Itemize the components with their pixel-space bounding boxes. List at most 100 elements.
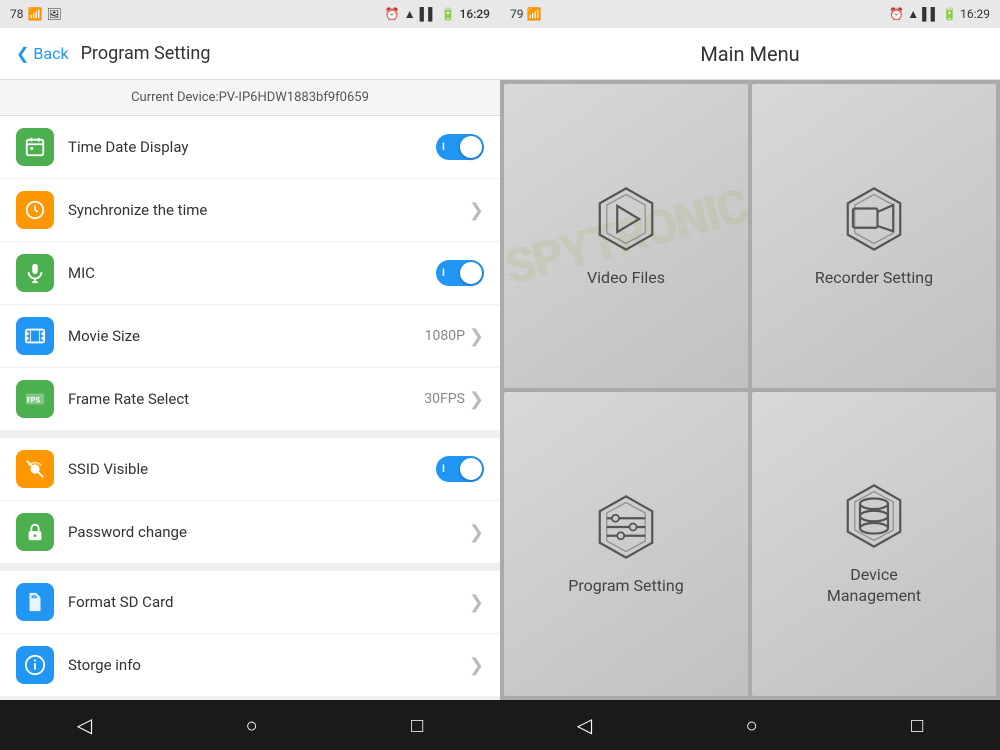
toggle-knob-mic — [460, 262, 482, 284]
calendar-icon — [24, 136, 46, 158]
right-home-nav-button[interactable]: ○ — [726, 705, 778, 746]
video-files-label: Video Files — [587, 268, 665, 289]
right-status-icons: ⏰ ▲ ▌▌ 🔋 16:29 — [385, 7, 490, 21]
menu-tile-device-management[interactable]: Device Management — [752, 392, 996, 696]
menu-tile-program-setting[interactable]: Program Setting — [504, 392, 748, 696]
right-back-nav-button[interactable]: ◁ — [557, 705, 612, 745]
fps-icon: FPS — [24, 388, 46, 410]
format-sd-icon-bg — [16, 583, 54, 621]
right-sim-icon: 📶 — [526, 7, 541, 21]
signal-icon: ▌▌ — [420, 7, 437, 21]
mic-label: MIC — [68, 264, 436, 282]
recent-nav-button[interactable]: □ — [391, 705, 443, 746]
toggle-knob — [460, 136, 482, 158]
menu-tile-recorder-setting[interactable]: Recorder Setting — [752, 84, 996, 388]
right-status-left-icons: 79 📶 — [510, 7, 541, 21]
right-wifi-icon: ▲ — [907, 7, 919, 21]
mic-toggle[interactable]: I — [436, 260, 484, 286]
ssid-toggle[interactable]: I — [436, 456, 484, 482]
toggle-knob-ssid — [460, 458, 482, 480]
settings-section-1: Time Date Display I Synchronize the time… — [0, 116, 500, 430]
device-info: Current Device:PV-IP6HDW1883bf9f0659 — [0, 80, 500, 116]
sync-time-chevron-icon: ❯ — [469, 200, 484, 221]
storage-icon-bg — [16, 646, 54, 684]
setting-format-sd[interactable]: Format SD Card ❯ — [0, 571, 500, 634]
password-label: Password change — [68, 523, 469, 541]
password-icon-bg — [16, 513, 54, 551]
svg-text:FPS: FPS — [27, 396, 41, 405]
movie-size-icon-bg — [16, 317, 54, 355]
movie-size-label: Movie Size — [68, 327, 425, 345]
frame-rate-label: Frame Rate Select — [68, 390, 424, 408]
program-setting-icon-wrap — [591, 492, 661, 562]
setting-frame-rate[interactable]: FPS Frame Rate Select 30FPS ❯ — [0, 368, 500, 430]
back-chevron-icon: ❮ — [16, 44, 29, 63]
main-menu-title: Main Menu — [500, 28, 1000, 80]
setting-sync-time[interactable]: Synchronize the time ❯ — [0, 179, 500, 242]
time-date-label: Time Date Display — [68, 138, 436, 156]
right-signal-icon: ▌▌ — [922, 7, 939, 21]
setting-mic[interactable]: MIC I — [0, 242, 500, 305]
info-icon — [24, 654, 46, 676]
setting-password[interactable]: Password change ❯ — [0, 501, 500, 563]
status-number: 78 — [10, 7, 24, 21]
setting-storage[interactable]: Storge info ❯ — [0, 634, 500, 696]
clock-icon — [24, 199, 46, 221]
settings-scroll[interactable]: Time Date Display I Synchronize the time… — [0, 116, 500, 700]
lock-icon — [24, 521, 46, 543]
settings-section-2: SSID Visible I Password change ❯ — [0, 438, 500, 563]
alarm-icon: ⏰ — [385, 7, 400, 21]
storage-chevron-icon: ❯ — [469, 655, 484, 676]
right-status-right-icons: ⏰ ▲ ▌▌ 🔋 16:29 — [889, 7, 990, 21]
time-date-toggle[interactable]: I — [436, 134, 484, 160]
format-sd-label: Format SD Card — [68, 593, 469, 611]
sync-time-icon-bg — [16, 191, 54, 229]
recorder-setting-hex-icon — [839, 184, 909, 254]
setting-ssid[interactable]: SSID Visible I — [0, 438, 500, 501]
right-nav-bar: ◁ ○ □ — [500, 700, 1000, 750]
right-battery-icon: 🔋 — [942, 7, 957, 21]
setting-time-date[interactable]: Time Date Display I — [0, 116, 500, 179]
app-title: Program Setting — [81, 43, 211, 64]
right-recent-nav-button[interactable]: □ — [891, 705, 943, 746]
mic-icon — [24, 262, 46, 284]
sim-icon: 📶 — [28, 7, 43, 21]
video-files-hex-icon — [591, 184, 661, 254]
right-alarm-icon: ⏰ — [889, 7, 904, 21]
time-display: 16:29 — [460, 7, 490, 21]
right-status-bar: 79 📶 ⏰ ▲ ▌▌ 🔋 16:29 — [500, 0, 1000, 28]
format-sd-chevron-icon: ❯ — [469, 592, 484, 613]
back-button[interactable]: ❮ Back — [16, 44, 69, 63]
back-nav-button[interactable]: ◁ — [57, 705, 112, 745]
time-date-icon-bg — [16, 128, 54, 166]
settings-section-3: Format SD Card ❯ Storge info ❯ — [0, 571, 500, 696]
device-management-label: Device Management — [827, 565, 921, 607]
menu-tile-video-files[interactable]: SPYTRONIC Video Files — [504, 84, 748, 388]
program-setting-label: Program Setting — [568, 576, 683, 597]
frame-rate-icon-bg: FPS — [16, 380, 54, 418]
app-bar: ❮ Back Program Setting — [0, 28, 500, 80]
device-management-icon-wrap — [839, 481, 909, 551]
frame-rate-chevron-icon: ❯ — [469, 389, 484, 410]
recorder-setting-label: Recorder Setting — [815, 268, 933, 289]
image-icon: 🖼 — [46, 7, 61, 21]
ssid-icon-bg — [16, 450, 54, 488]
right-panel: 79 📶 ⏰ ▲ ▌▌ 🔋 16:29 Main Menu SPYTRONIC — [500, 0, 1000, 750]
sd-card-icon — [24, 591, 46, 613]
left-status-bar: 78 📶 🖼 ⏰ ▲ ▌▌ 🔋 16:29 — [0, 0, 500, 28]
mic-icon-bg — [16, 254, 54, 292]
movie-size-value: 1080P — [425, 328, 465, 344]
left-status-icons: 78 📶 🖼 — [10, 7, 62, 21]
left-nav-bar: ◁ ○ □ — [0, 700, 500, 750]
film-icon — [24, 325, 46, 347]
frame-rate-value: 30FPS — [424, 391, 465, 407]
right-status-number: 79 — [510, 7, 524, 21]
home-nav-button[interactable]: ○ — [226, 705, 278, 746]
wifi-icon: ▲ — [404, 7, 416, 21]
setting-movie-size[interactable]: Movie Size 1080P ❯ — [0, 305, 500, 368]
main-menu-title-text: Main Menu — [700, 42, 799, 66]
movie-size-chevron-icon: ❯ — [469, 326, 484, 347]
ssid-label: SSID Visible — [68, 460, 436, 478]
wifi-slash-icon — [24, 458, 46, 480]
program-setting-hex-icon — [591, 492, 661, 562]
